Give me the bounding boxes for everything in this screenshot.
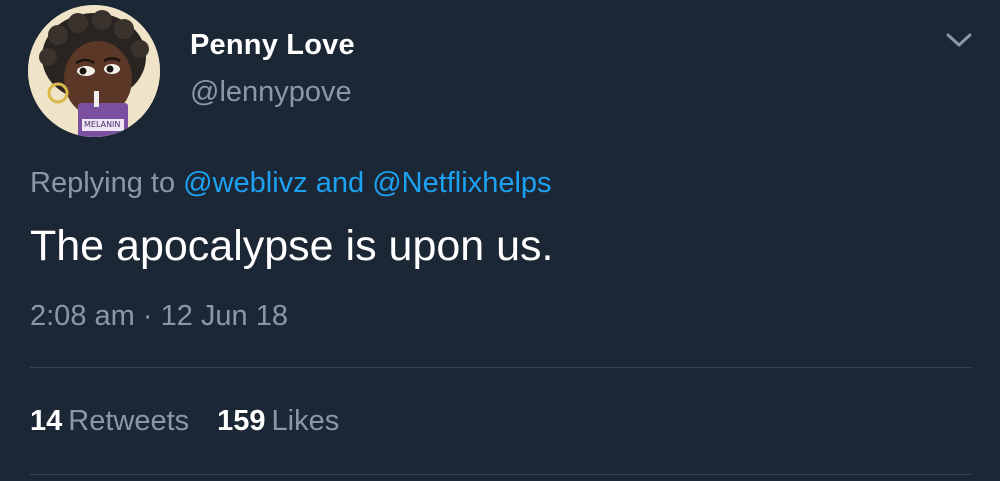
user-handle[interactable]: @lennypove [190,76,352,109]
likes-count: 159 [217,405,266,437]
retweets-stat[interactable]: 14 Retweets [30,405,189,438]
tweet-time: 2:08 am [30,300,135,332]
retweets-label: Retweets [68,405,190,437]
mention-netflixhelps[interactable]: @Netflixhelps [372,167,551,199]
tweet-date: 12 Jun 18 [160,300,288,332]
timestamp-separator: · [134,300,161,332]
divider-top [30,367,971,368]
mention-weblivz[interactable]: @weblivz [183,167,308,199]
tweet-text: The apocalypse is upon us. [30,222,554,270]
likes-label: Likes [271,405,340,437]
reply-prefix: Replying to [30,167,184,199]
divider-bottom [30,474,971,475]
likes-stat[interactable]: 159 Likes [217,405,339,438]
tweet-stats: 14 Retweets 159 Likes [30,405,339,438]
avatar-label: MELANIN [84,120,121,129]
chevron-down-icon[interactable] [942,26,976,54]
reply-conjunction: and [307,167,373,199]
display-name[interactable]: Penny Love [190,29,355,62]
avatar-illustration [28,5,160,137]
tweet-timestamp[interactable]: 2:08 am · 12 Jun 18 [30,300,288,333]
retweets-count: 14 [30,405,63,437]
avatar[interactable]: MELANIN [28,5,160,137]
reply-context: Replying to @weblivz and @Netflixhelps [30,167,552,200]
